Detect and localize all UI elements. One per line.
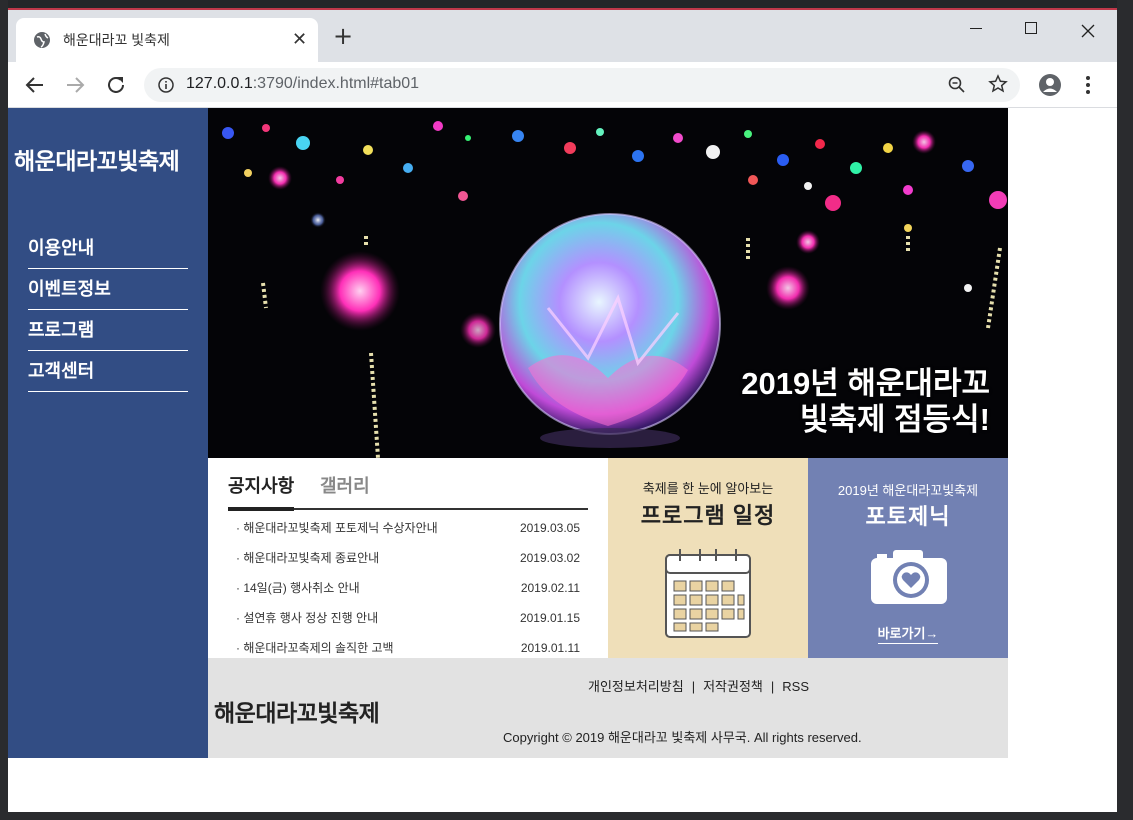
notice-title[interactable]: · 설연휴 행사 정상 진행 안내: [236, 603, 378, 633]
maximize-button[interactable]: [1011, 18, 1051, 46]
account-icon[interactable]: [1038, 73, 1062, 97]
notice-date: 2019.01.15: [519, 611, 580, 625]
list-item[interactable]: · 해운대라꼬빛축제 포토제닉 수상자안내 2019.03.05: [236, 513, 580, 543]
photogenic-box[interactable]: 2019년 해운대라꼬빛축제 포토제닉 바로가기→: [808, 458, 1008, 658]
tab-title: 해운대라꼬 빛축제: [63, 32, 170, 48]
site-footer: 해운대라꼬빛축제 개인정보처리방침 | 저작권정책 | RSS Copyright © …: [208, 658, 1008, 758]
calendar-icon: [665, 549, 751, 638]
photo-subtitle: 2019년 해운대라꼬빛축제: [837, 483, 979, 498]
nav-item-events[interactable]: 이벤트정보: [28, 269, 188, 310]
main-nav: 이용안내 이벤트정보 프로그램 고객센터: [28, 228, 188, 392]
hero-caption-line2: 빛축제 점등식!: [799, 402, 990, 437]
back-arrow-icon[interactable]: [24, 74, 46, 96]
editor-bottom-edge: [0, 812, 1133, 820]
photo-title: 포토제닉: [865, 504, 951, 529]
footer-links: 개인정보처리방침 | 저작권정책 | RSS: [588, 676, 809, 695]
bookmark-star-icon[interactable]: [988, 74, 1008, 94]
program-subtitle: 축제를 한 눈에 알아보는: [642, 481, 774, 496]
notice-list: · 해운대라꼬빛축제 포토제닉 수상자안내 2019.03.05 · 해운대라꼬빛…: [236, 513, 580, 663]
new-tab-button[interactable]: +: [333, 24, 353, 48]
browser-window: 해운대라꼬 빛축제 ✕ + 127.0.0.1:3790/index.html#…: [8, 8, 1117, 812]
notice-date: 2019.02.11: [520, 581, 580, 595]
address-bar[interactable]: 127.0.0.1:3790/index.html#tab01: [144, 68, 1020, 102]
zoom-icon[interactable]: [948, 76, 966, 94]
tab-bar: 해운대라꼬 빛축제 ✕ +: [8, 10, 1117, 62]
globe-icon: [34, 32, 50, 48]
photo-more-link[interactable]: 바로가기→: [808, 623, 1008, 644]
window-close-button[interactable]: [1068, 18, 1108, 46]
nav-item-guide[interactable]: 이용안내: [28, 228, 188, 269]
reload-icon[interactable]: [105, 74, 127, 96]
close-icon: [1081, 24, 1095, 38]
nav-item-support[interactable]: 고객센터: [28, 351, 188, 392]
notice-date: 2019.03.02: [519, 551, 580, 565]
list-item[interactable]: · 해운대라꼬빛축제 종료안내 2019.03.02: [236, 543, 580, 573]
notice-title[interactable]: · 해운대라꼬빛축제 포토제닉 수상자안내: [236, 513, 438, 543]
footer-separator: |: [770, 679, 775, 694]
nav-item-program[interactable]: 프로그램: [28, 310, 188, 351]
tab-notice[interactable]: 공지사항: [228, 472, 295, 511]
rss-link[interactable]: RSS: [782, 679, 809, 694]
list-item[interactable]: · 설연휴 행사 정상 진행 안내 2019.01.15: [236, 603, 580, 633]
notice-tabs: 공지사항 갤러리: [228, 472, 588, 511]
menu-dots-icon[interactable]: [1085, 75, 1091, 95]
editor-right-edge: [1117, 0, 1133, 820]
privacy-policy-link[interactable]: 개인정보처리방침: [588, 679, 684, 694]
notice-title[interactable]: · 해운대라꼬빛축제 종료안내: [236, 543, 379, 573]
sidebar: 해운대라꼬빛축제 이용안내 이벤트정보 프로그램 고객센터: [8, 108, 208, 758]
footer-logo: 해운대라꼬빛축제: [214, 700, 380, 726]
footer-separator: |: [691, 679, 696, 694]
url-text[interactable]: 127.0.0.1:3790/index.html#tab01: [186, 75, 419, 93]
notice-board: 공지사항 갤러리 · 해운대라꼬빛축제 포토제닉 수상자안내 2019.03.05…: [208, 458, 608, 658]
site-logo[interactable]: 해운대라꼬빛축제: [14, 142, 180, 176]
browser-tab[interactable]: 해운대라꼬 빛축제 ✕: [16, 18, 318, 62]
hero-banner: 2019년 해운대라꼬 빛축제 점등식!: [208, 108, 1008, 458]
forward-arrow-icon[interactable]: [64, 74, 86, 96]
copyright-policy-link[interactable]: 저작권정책: [703, 679, 763, 694]
minimize-button[interactable]: [956, 18, 996, 46]
info-icon[interactable]: [158, 77, 174, 93]
hero-caption-line1: 2019년 해운대라꼬: [741, 366, 990, 401]
notice-title[interactable]: · 14일(금) 행사취소 안내: [236, 573, 360, 603]
program-schedule-box[interactable]: 축제를 한 눈에 알아보는 프로그램 일정: [608, 458, 808, 658]
hero-caption: 2019년 해운대라꼬 빛축제 점등식!: [741, 366, 990, 438]
notice-date: 2019.03.05: [519, 521, 580, 535]
editor-gutter: [0, 0, 8, 820]
tab-close-icon[interactable]: ✕: [292, 29, 307, 50]
page-viewport: 해운대라꼬빛축제 이용안내 이벤트정보 프로그램 고객센터 2019년 해운대라…: [8, 108, 1117, 812]
list-item[interactable]: · 14일(금) 행사취소 안내 2019.02.11: [236, 573, 580, 603]
program-title: 프로그램 일정: [640, 503, 776, 528]
camera-icon: [871, 550, 947, 604]
browser-toolbar: 127.0.0.1:3790/index.html#tab01: [8, 62, 1117, 108]
festival-page: 해운대라꼬빛축제 이용안내 이벤트정보 프로그램 고객센터 2019년 해운대라…: [8, 108, 1008, 758]
copyright-text: Copyright © 2019 해운대라꼬 빛축제 사무국. All righ…: [503, 730, 862, 745]
tab-gallery[interactable]: 갤러리: [320, 472, 370, 498]
